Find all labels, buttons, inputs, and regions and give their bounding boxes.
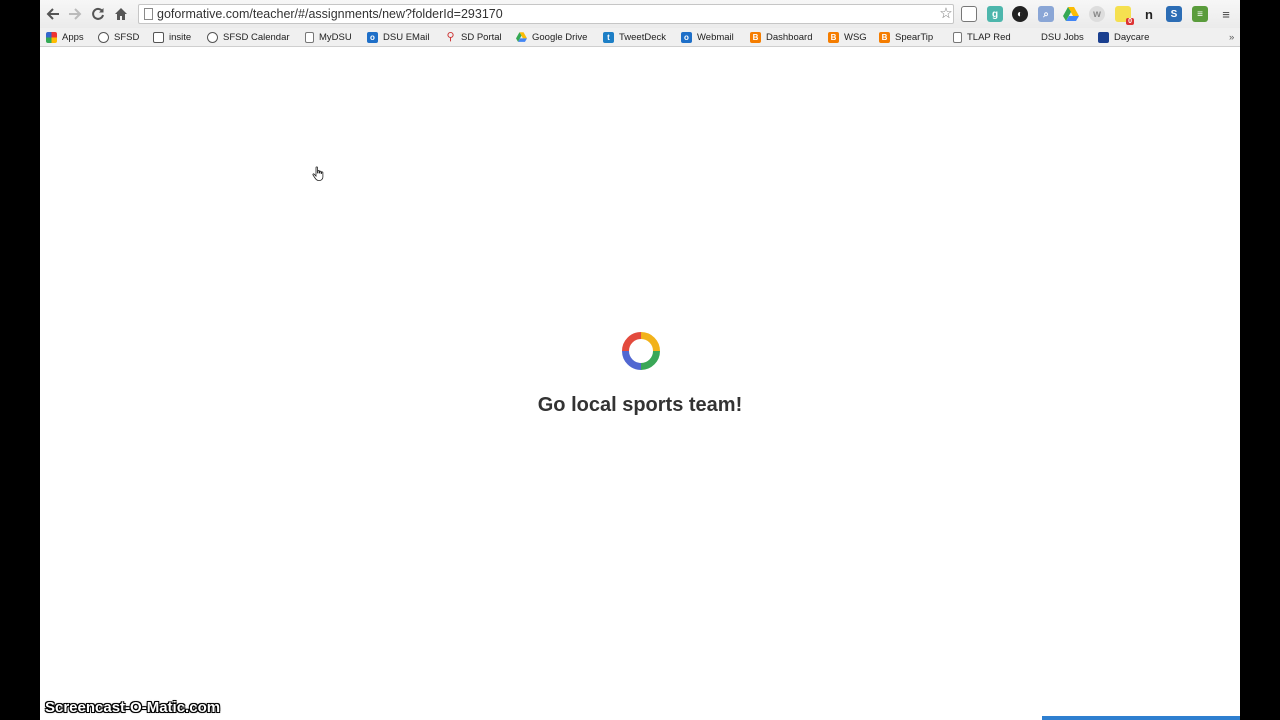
- bookmark-label: DSU EMail: [383, 31, 430, 43]
- bookmark-dsu-email[interactable]: o DSU EMail: [367, 30, 429, 44]
- bookmark-label: DSU Jobs: [1041, 31, 1084, 43]
- extension-teal-icon[interactable]: g: [987, 6, 1003, 22]
- page-icon: [305, 31, 314, 43]
- bookmark-label: TweetDeck: [619, 31, 666, 43]
- bookmark-label: insite: [169, 31, 192, 43]
- forward-arrow-icon: [69, 8, 82, 20]
- bookmark-speartip[interactable]: B SpearTip: [879, 30, 933, 44]
- bookmark-label: Google Drive: [532, 31, 588, 43]
- google-drive-icon: [516, 31, 527, 43]
- bookmark-dashboard[interactable]: B Dashboard: [750, 30, 812, 44]
- bookmark-sfsd-calendar[interactable]: SFSD Calendar: [207, 30, 290, 44]
- bookmarks-bar: Apps SFSD insite SFSD Calendar MyDSU o D…: [40, 28, 1240, 47]
- page-icon: [953, 31, 962, 43]
- bookmark-label: TLAP Red: [967, 31, 1011, 43]
- hand-cursor-icon: [312, 166, 324, 181]
- extension-dark-circle-icon[interactable]: ◐: [1012, 6, 1028, 22]
- screencast-watermark: Screencast-O-Matic.com: [45, 699, 221, 716]
- blogger-icon: B: [750, 31, 761, 43]
- bookmark-google-drive[interactable]: Google Drive: [516, 30, 587, 44]
- bookmark-label: SFSD Calendar: [223, 31, 290, 43]
- extension-n-icon[interactable]: n: [1141, 6, 1157, 22]
- page-icon: [144, 8, 153, 20]
- chrome-menu-icon[interactable]: ≡: [1218, 6, 1234, 22]
- bookmark-insite[interactable]: insite: [153, 30, 191, 44]
- bookmark-label: SpearTip: [895, 31, 934, 43]
- bookmark-label: WSG: [844, 31, 867, 43]
- extension-search-icon[interactable]: ⌕: [1038, 6, 1054, 22]
- more-bookmarks-chevron-icon[interactable]: »: [1229, 30, 1234, 44]
- forward-button[interactable]: [66, 5, 84, 23]
- reload-icon: [92, 7, 104, 20]
- bookmark-label: Daycare: [1114, 31, 1150, 43]
- bookmark-sfsd[interactable]: SFSD: [98, 30, 139, 44]
- calendar-icon: [153, 31, 164, 43]
- browser-toolbar: ☆ g ◐ ⌕ w 0 n S ≡ ≡: [40, 0, 1240, 28]
- soccer-ball-icon: [207, 31, 218, 43]
- home-icon: [115, 8, 127, 20]
- bookmark-tlap-red[interactable]: TLAP Red: [953, 30, 1011, 44]
- outlook-icon: o: [681, 31, 692, 43]
- outlook-icon: o: [367, 31, 378, 43]
- soccer-ball-icon: [98, 31, 109, 43]
- url-input[interactable]: [157, 6, 927, 22]
- page-content: Go local sports team!: [40, 47, 1240, 720]
- bookmark-label: Dashboard: [766, 31, 813, 43]
- apps-grid-icon: [46, 31, 57, 43]
- bookmark-dsu-jobs[interactable]: DSU Jobs: [1041, 30, 1084, 44]
- reload-button[interactable]: [89, 5, 107, 23]
- google-drive-extension-icon[interactable]: [1063, 6, 1079, 22]
- blogger-icon: B: [828, 31, 839, 43]
- tweetdeck-icon: t: [603, 31, 614, 43]
- browser-window: ☆ g ◐ ⌕ w 0 n S ≡ ≡ Apps SFSD insite: [40, 0, 1240, 720]
- extension-notes-icon[interactable]: 0: [1115, 6, 1134, 25]
- taskbar-strip: [1042, 716, 1240, 720]
- extension-s-icon[interactable]: S: [1166, 6, 1182, 22]
- bookmark-tweetdeck[interactable]: t TweetDeck: [603, 30, 666, 44]
- daycare-icon: [1098, 31, 1109, 43]
- blogger-icon: B: [879, 31, 890, 43]
- back-arrow-icon: [46, 8, 59, 20]
- bookmark-label: SD Portal: [461, 31, 502, 43]
- pin-icon: ⚲: [446, 30, 455, 43]
- bookmark-label: MyDSU: [319, 31, 352, 43]
- bookmark-apps[interactable]: Apps: [46, 30, 84, 44]
- bookmark-star-icon[interactable]: ☆: [937, 5, 955, 23]
- extension-w-icon[interactable]: w: [1089, 6, 1105, 22]
- home-button[interactable]: [112, 5, 130, 23]
- bookmark-label: Apps: [62, 31, 84, 43]
- address-bar[interactable]: ☆: [138, 4, 954, 24]
- bookmark-webmail[interactable]: o Webmail: [681, 30, 734, 44]
- bookmark-sd-portal[interactable]: ⚲ SD Portal: [445, 30, 502, 44]
- extension-green-icon[interactable]: ≡: [1192, 6, 1208, 22]
- loading-message: Go local sports team!: [537, 394, 743, 416]
- loading-spinner-icon: [622, 332, 660, 370]
- bookmark-label: SFSD: [114, 31, 140, 43]
- bookmark-daycare[interactable]: Daycare: [1098, 30, 1149, 44]
- bookmark-label: Webmail: [697, 31, 734, 43]
- notes-badge: 0: [1126, 18, 1134, 25]
- cast-icon[interactable]: [961, 6, 977, 22]
- bookmark-mydsu[interactable]: MyDSU: [305, 30, 352, 44]
- back-button[interactable]: [44, 5, 62, 23]
- bookmark-wsg[interactable]: B WSG: [828, 30, 867, 44]
